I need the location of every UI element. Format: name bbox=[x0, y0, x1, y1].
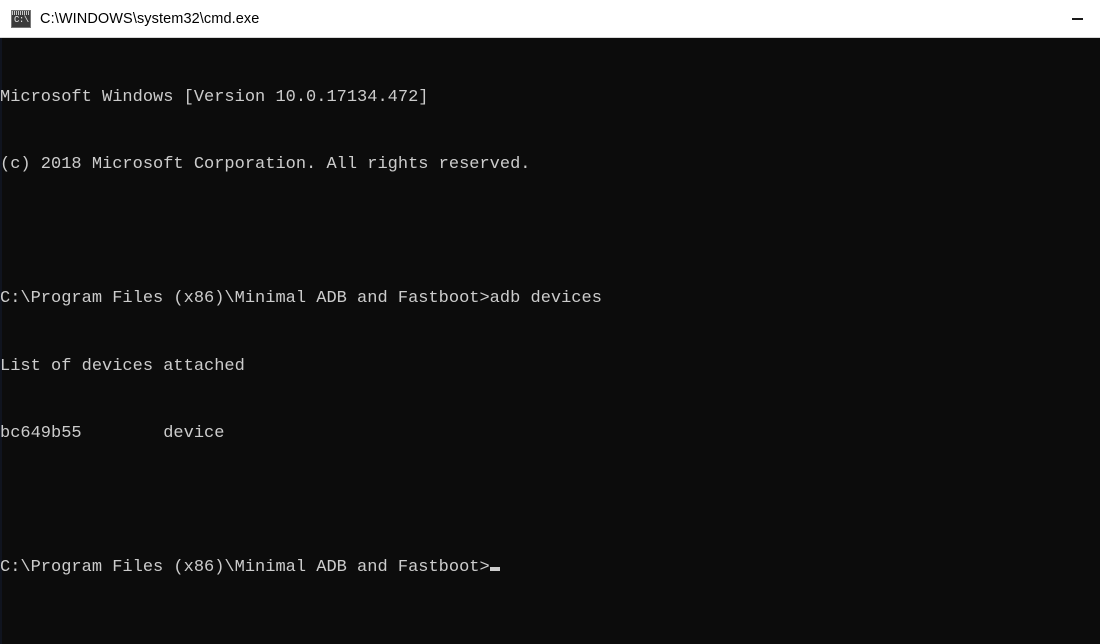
minimize-button[interactable] bbox=[1054, 0, 1100, 38]
minimize-icon bbox=[1071, 17, 1083, 20]
console-line: (c) 2018 Microsoft Corporation. All righ… bbox=[0, 155, 531, 175]
prompt-text: C:\Program Files (x86)\Minimal ADB and F… bbox=[0, 558, 490, 578]
cmd-window: C:\ C:\WINDOWS\system32\cmd.exe Microsof… bbox=[0, 0, 1100, 644]
console-prompt-line: C:\Program Files (x86)\Minimal ADB and F… bbox=[0, 557, 1100, 579]
console-line: List of devices attached bbox=[0, 356, 245, 376]
console-line: Microsoft Windows [Version 10.0.17134.47… bbox=[0, 87, 429, 107]
console-command-line: C:\Program Files (x86)\Minimal ADB and F… bbox=[0, 289, 602, 309]
console-surface[interactable]: Microsoft Windows [Version 10.0.17134.47… bbox=[0, 38, 1100, 644]
cmd-console-icon: C:\ bbox=[11, 9, 31, 28]
title-bar-left: C:\ C:\WINDOWS\system32\cmd.exe bbox=[0, 9, 1054, 28]
window-controls bbox=[1054, 0, 1100, 38]
console-text-area[interactable]: Microsoft Windows [Version 10.0.17134.47… bbox=[0, 42, 1100, 644]
text-cursor bbox=[489, 567, 500, 572]
title-bar[interactable]: C:\ C:\WINDOWS\system32\cmd.exe bbox=[0, 0, 1100, 38]
cmd-icon-prompt-glyph: C:\ bbox=[14, 14, 29, 25]
console-device-row: bc649b55 device bbox=[0, 423, 225, 443]
window-title: C:\WINDOWS\system32\cmd.exe bbox=[40, 10, 260, 27]
